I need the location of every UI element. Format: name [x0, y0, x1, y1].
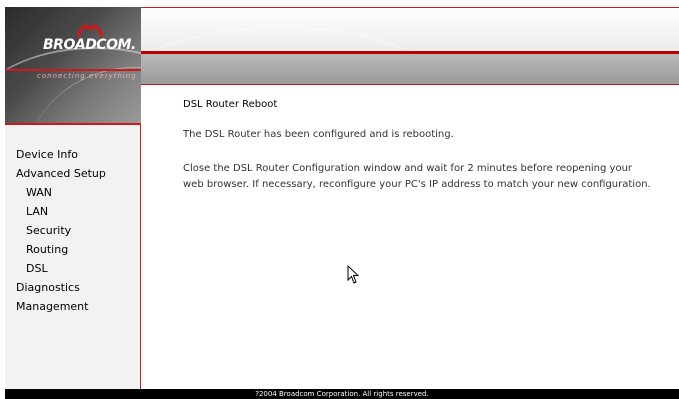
broadcom-logo-icon — [77, 24, 103, 38]
sidebar-item-dsl[interactable]: DSL — [5, 259, 106, 278]
footer-copyright: ?2004 Broadcom Corporation. All rights r… — [5, 389, 679, 399]
brand-name: BROADCOM. — [43, 37, 136, 53]
brand-tagline: connecting everything — [37, 72, 137, 80]
instruction-message: Close the DSL Router Configuration windo… — [183, 163, 651, 190]
sidebar-item-wan[interactable]: WAN — [5, 183, 106, 202]
sidebar-item-lan[interactable]: LAN — [5, 202, 106, 221]
sidebar-item-diagnostics[interactable]: Diagnostics — [5, 278, 106, 297]
page-title: DSL Router Reboot — [183, 99, 278, 110]
sidebar-nav: Device Info Advanced Setup WAN LAN Secur… — [5, 123, 141, 391]
status-message: The DSL Router has been configured and i… — [183, 129, 454, 140]
sidebar-item-routing[interactable]: Routing — [5, 240, 106, 259]
sidebar-item-security[interactable]: Security — [5, 221, 106, 240]
sidebar-item-device-info[interactable]: Device Info — [5, 145, 106, 164]
main-content: DSL Router Reboot The DSL Router has bee… — [141, 85, 679, 389]
sidebar-item-advanced-setup[interactable]: Advanced Setup — [5, 164, 106, 183]
mouse-cursor-icon — [347, 265, 359, 284]
logo-panel: BROADCOM. connecting everything — [5, 7, 141, 123]
sidebar-item-management[interactable]: Management — [5, 297, 106, 316]
